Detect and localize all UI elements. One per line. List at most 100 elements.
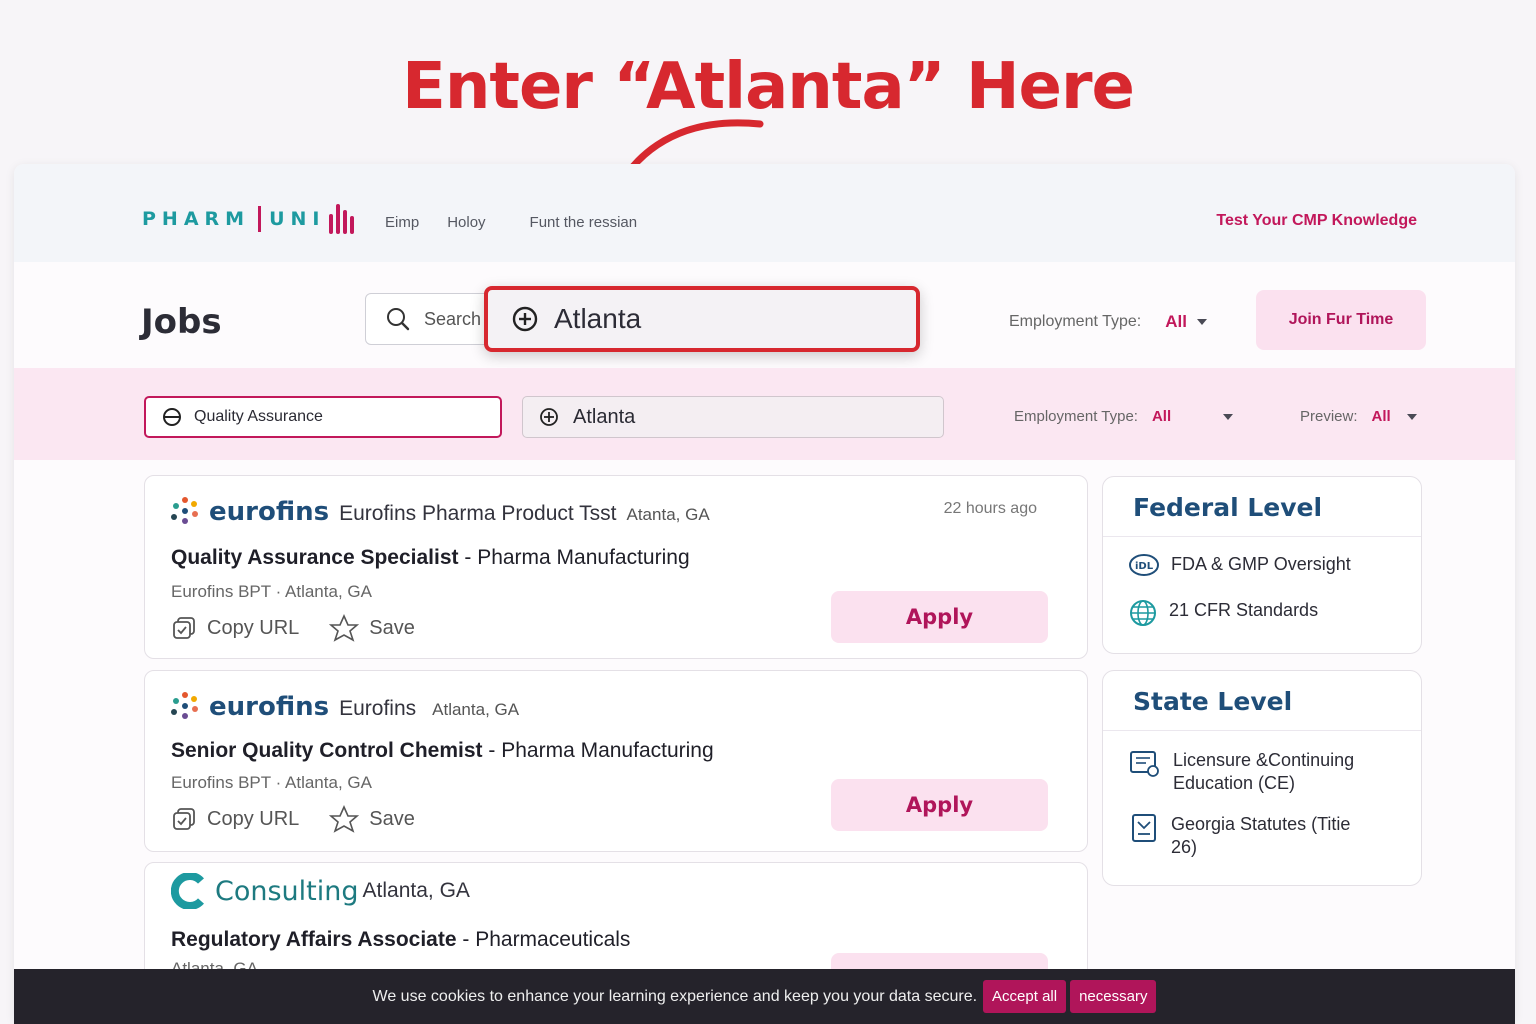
sidebar-item-georgia-statutes[interactable]: Georgia Statutes (Titie 26) bbox=[1103, 813, 1363, 859]
logo-divider bbox=[258, 206, 262, 232]
star-icon bbox=[329, 614, 360, 642]
location-filter-value: Atlanta bbox=[573, 405, 636, 428]
cookie-banner: We use cookies to enhance your learning … bbox=[14, 969, 1515, 1024]
filter-bar: Quality Assurance Atlanta Employment Typ… bbox=[14, 368, 1515, 460]
employment-filter-label: Employment Type: bbox=[1014, 408, 1138, 425]
job-card: eurofins Eurofins Atlanta, GA Senior Qua… bbox=[144, 670, 1088, 852]
employment-type-filter[interactable]: Employment Type: All bbox=[1014, 408, 1234, 425]
job-title-line[interactable]: Quality Assurance Specialist - Pharma Ma… bbox=[171, 546, 690, 570]
job-header: Consulting Atlanta, GA bbox=[171, 873, 470, 909]
logo-text-uni: UNI bbox=[269, 208, 326, 230]
copy-icon bbox=[173, 617, 195, 639]
copy-icon bbox=[173, 808, 195, 830]
save-button[interactable]: Save bbox=[329, 614, 415, 642]
eurofins-logo-icon bbox=[171, 497, 199, 525]
keyword-filter[interactable]: Quality Assurance bbox=[144, 396, 502, 438]
preview-filter-value: All bbox=[1371, 408, 1391, 425]
logo-text-pharm: PHARM bbox=[142, 208, 251, 230]
company-location: Atlanta, GA bbox=[362, 879, 470, 902]
save-button[interactable]: Save bbox=[329, 805, 415, 833]
app-window: PHARM UNI Eimp Holoy Funt the ressian Te… bbox=[14, 164, 1515, 1024]
location-plus-icon bbox=[512, 306, 538, 332]
consulting-logo-icon bbox=[171, 873, 204, 909]
location-value: Atlanta bbox=[554, 303, 642, 334]
save-label: Save bbox=[369, 807, 415, 830]
job-title: Quality Assurance Specialist bbox=[171, 546, 459, 569]
job-header: eurofins Eurofins Pharma Product Tsst At… bbox=[171, 492, 710, 527]
save-label: Save bbox=[369, 616, 415, 639]
posted-time: 22 hours ago bbox=[943, 500, 1037, 517]
sidebar-item-label: FDA & GMP Oversight bbox=[1171, 554, 1351, 574]
brand-name: eurofins bbox=[209, 692, 330, 722]
pharmuni-logo[interactable]: PHARM UNI bbox=[142, 204, 355, 234]
job-category: Pharma Manufacturing bbox=[477, 546, 690, 569]
copy-url-label: Copy URL bbox=[207, 807, 300, 830]
employer-name: Eurofins BPT bbox=[171, 773, 271, 792]
sidebar-item-cfr[interactable]: 21 CFR Standards bbox=[1103, 599, 1421, 627]
job-title: Regulatory Affairs Associate bbox=[171, 928, 457, 951]
job-card: eurofins Eurofins Pharma Product Tsst At… bbox=[144, 475, 1088, 659]
keyword-value: Quality Assurance bbox=[194, 408, 323, 425]
job-meta: Eurofins BPT · Atlanta, GA bbox=[171, 773, 372, 792]
accept-all-button[interactable]: Accept all bbox=[983, 980, 1067, 1013]
state-level-title: State Level bbox=[1103, 671, 1421, 731]
preview-filter-label: Preview: bbox=[1300, 408, 1358, 425]
nav-link-3[interactable]: Funt the ressian bbox=[530, 214, 638, 231]
copy-url-label: Copy URL bbox=[207, 616, 300, 639]
federal-level-title: Federal Level bbox=[1103, 477, 1421, 537]
job-title: Senior Quality Control Chemist bbox=[171, 739, 483, 762]
state-level-card: State Level Licensure &Continuing Educat… bbox=[1102, 670, 1422, 886]
sidebar-item-licensure[interactable]: Licensure &Continuing Education (CE) bbox=[1103, 749, 1393, 795]
brand-name: eurofins bbox=[209, 497, 330, 527]
job-header: eurofins Eurofins Atlanta, GA bbox=[171, 687, 519, 722]
sidebar-item-label: Licensure &Continuing Education (CE) bbox=[1173, 750, 1355, 793]
company-location: Atlanta, GA bbox=[432, 700, 520, 719]
company-location: Atanta, GA bbox=[626, 505, 710, 524]
employment-type-dropdown[interactable]: Employment Type: All bbox=[1009, 312, 1207, 332]
necessary-button[interactable]: necessary bbox=[1070, 980, 1157, 1013]
sidebar-item-fda[interactable]: iDL FDA & GMP Oversight bbox=[1103, 553, 1421, 577]
location-plus-icon bbox=[540, 408, 558, 426]
search-placeholder: Search bbox=[424, 308, 482, 329]
location-input[interactable]: Atlanta bbox=[484, 286, 920, 352]
job-actions: Copy URL Save bbox=[171, 805, 415, 833]
star-icon bbox=[329, 805, 360, 833]
chevron-down-icon bbox=[1406, 413, 1417, 420]
company-name: Eurofins bbox=[339, 697, 417, 720]
location-filter[interactable]: Atlanta bbox=[522, 396, 944, 438]
company-name: Eurofins Pharma Product Tsst bbox=[339, 502, 617, 525]
job-title-line[interactable]: Regulatory Affairs Associate - Pharmaceu… bbox=[171, 928, 630, 952]
join-button[interactable]: Join Fur Time bbox=[1256, 290, 1426, 350]
employment-filter-value: All bbox=[1151, 408, 1172, 425]
job-title-line[interactable]: Senior Quality Control Chemist - Pharma … bbox=[171, 739, 714, 763]
copy-url-button[interactable]: Copy URL bbox=[171, 805, 299, 833]
apply-button[interactable]: Apply bbox=[831, 591, 1048, 643]
sidebar-item-label: Georgia Statutes (Titie 26) bbox=[1171, 814, 1351, 857]
top-navigation: PHARM UNI Eimp Holoy Funt the ressian Te… bbox=[14, 164, 1515, 262]
job-category: Pharmaceuticals bbox=[475, 928, 631, 951]
keyword-icon bbox=[163, 408, 181, 426]
test-knowledge-link[interactable]: Test Your CMP Knowledge bbox=[1216, 212, 1417, 230]
chevron-down-icon bbox=[1223, 413, 1234, 420]
sidebar-item-label: 21 CFR Standards bbox=[1169, 600, 1319, 620]
certificate-icon bbox=[1130, 751, 1159, 777]
brand-name: Consulting bbox=[215, 875, 359, 907]
jobs-header: Jobs Search Atlanta Employment Type: All… bbox=[14, 262, 1515, 368]
job-actions: Copy URL Save bbox=[171, 614, 415, 642]
job-location: Atlanta, GA bbox=[285, 582, 372, 601]
preview-filter[interactable]: Preview: All bbox=[1300, 408, 1417, 425]
fda-badge-icon: iDL bbox=[1129, 554, 1159, 576]
nav-links: Eimp Holoy Funt the ressian bbox=[385, 214, 637, 231]
cookie-message: We use cookies to enhance your learning … bbox=[372, 987, 978, 1005]
svg-text:iDL: iDL bbox=[1135, 561, 1154, 572]
page-title: Jobs bbox=[141, 302, 222, 342]
nav-link-1[interactable]: Eimp bbox=[385, 214, 419, 231]
job-location: Atlanta, GA bbox=[285, 773, 372, 792]
apply-button[interactable]: Apply bbox=[831, 779, 1048, 831]
globe-icon bbox=[1130, 600, 1156, 626]
chevron-down-icon bbox=[1196, 319, 1207, 325]
copy-url-button[interactable]: Copy URL bbox=[171, 614, 299, 642]
nav-link-2[interactable]: Holoy bbox=[447, 214, 485, 231]
document-check-icon bbox=[1132, 814, 1156, 842]
job-meta: Eurofins BPT · Atlanta, GA bbox=[171, 582, 372, 601]
